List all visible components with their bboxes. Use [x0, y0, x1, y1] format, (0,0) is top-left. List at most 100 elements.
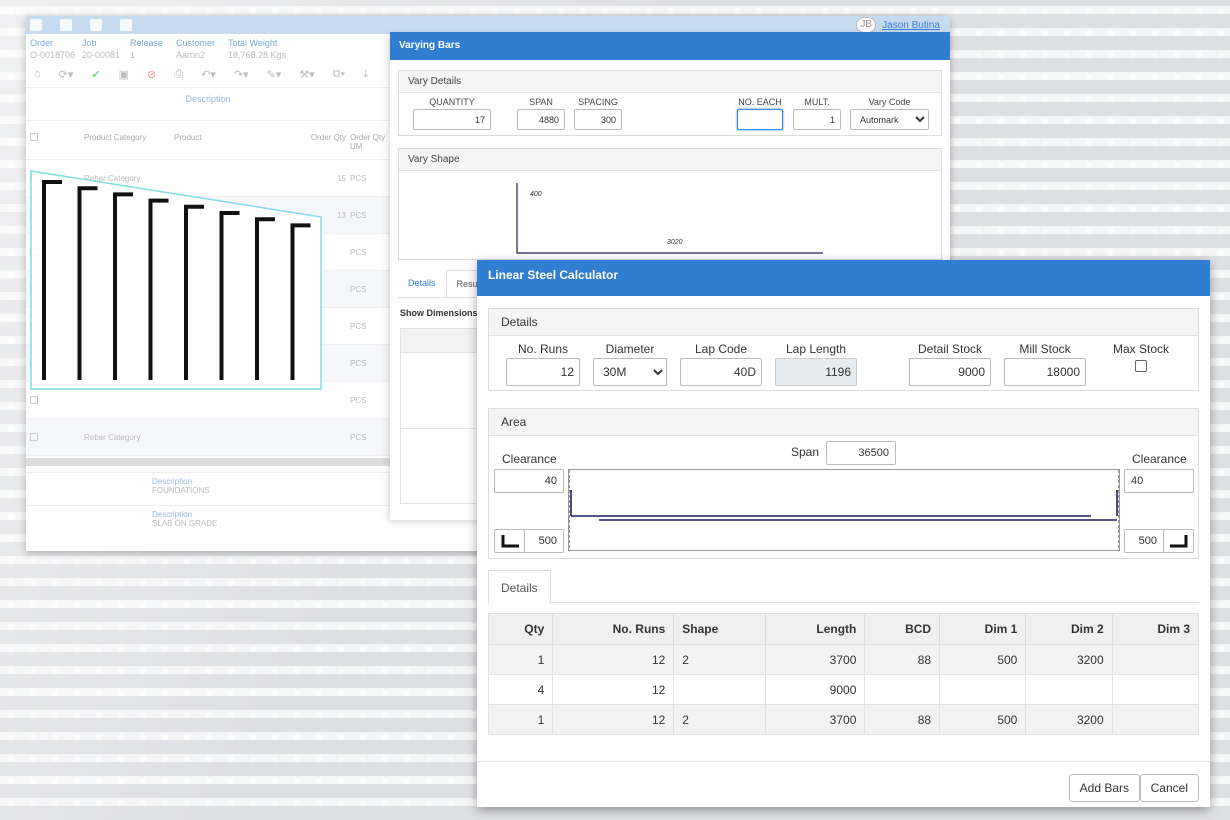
order-header: Order — [30, 38, 54, 48]
mult-label: MULT. — [804, 97, 830, 107]
edit-icon[interactable]: ✎▾ — [267, 68, 282, 81]
tab-details[interactable]: Details — [398, 270, 446, 297]
grid-icon[interactable] — [30, 19, 42, 31]
product-category-cell: Rebar Category — [84, 432, 141, 442]
no-each-field: NO. EACH — [737, 97, 783, 130]
lap-layout-svg — [568, 470, 1120, 550]
product-category-header[interactable]: Product Category — [84, 133, 174, 151]
lap-bars — [570, 490, 1118, 521]
job-header: Job — [82, 38, 97, 48]
tools-icon[interactable]: ⚒▾ — [299, 68, 314, 81]
dim2-header[interactable]: Dim 2 — [1025, 613, 1113, 645]
vary-code-select[interactable]: Automark — [850, 109, 929, 130]
product-header[interactable]: Product — [174, 133, 294, 151]
layers-icon[interactable]: ⧉▾ — [333, 68, 345, 81]
span-input[interactable] — [517, 109, 565, 130]
hook-right-icon — [1163, 530, 1193, 552]
add-bars-button[interactable]: Add Bars — [1068, 774, 1140, 802]
length-header[interactable]: Length — [765, 613, 866, 645]
bcd-header[interactable]: BCD — [864, 613, 941, 645]
home-icon[interactable]: ⌂ — [34, 68, 41, 81]
check-icon[interactable]: ✔ — [91, 68, 100, 81]
detail-stock-input[interactable] — [909, 358, 991, 386]
clearance-right-input[interactable] — [1124, 469, 1194, 493]
chart-icon[interactable] — [120, 19, 132, 31]
area-span-input[interactable] — [826, 441, 896, 465]
hook-right-input[interactable]: 500 — [1124, 529, 1194, 553]
no-each-input[interactable] — [737, 109, 783, 130]
cancel-icon[interactable]: ⊘ — [147, 68, 156, 81]
grid-scrollbar[interactable] — [26, 458, 390, 466]
detail-stock-label: Detail Stock — [917, 342, 983, 356]
lap-length-field: Lap Length — [775, 342, 857, 386]
detail-stock-field: Detail Stock — [909, 342, 991, 386]
varying-bars-title: Varying Bars — [390, 32, 950, 60]
length-cell: 9000 — [765, 674, 866, 705]
area-body: Span Clearance Clearance 500 500 — [489, 436, 1198, 558]
wrench-icon[interactable] — [60, 19, 72, 31]
table-row[interactable]: 1 12 2 3700 88 500 3200 — [487, 644, 1200, 675]
refresh-icon[interactable]: ⟳▾ — [59, 68, 74, 81]
download-icon[interactable]: ⤓ — [363, 68, 368, 81]
mult-input[interactable] — [793, 109, 841, 130]
table-row[interactable]: 4 12 9000 — [487, 674, 1200, 705]
dim2-cell: 3200 — [1025, 644, 1113, 675]
row-checkbox[interactable] — [30, 433, 38, 441]
mult-field: MULT. — [793, 97, 841, 130]
redo-icon[interactable]: ↷▾ — [234, 68, 249, 81]
avatar: JB — [856, 17, 877, 33]
print-icon[interactable]: ⎙ — [174, 68, 183, 81]
quantity-input[interactable] — [413, 109, 491, 130]
lap-code-input[interactable] — [680, 358, 762, 386]
dim1-header[interactable]: Dim 1 — [939, 613, 1027, 645]
clearance-left-input[interactable] — [494, 469, 564, 493]
bar-shape-preview — [30, 170, 322, 390]
calc-details-panel: Details No. Runs Diameter 30M Lap Code L… — [488, 308, 1199, 391]
row-checkbox[interactable] — [30, 396, 38, 404]
shape-header[interactable]: Shape — [673, 613, 767, 645]
clearance-left-label: Clearance — [502, 452, 557, 466]
dim1-cell — [939, 674, 1027, 705]
diameter-field: Diameter 30M — [593, 342, 667, 386]
slab-description: Description SLAB ON GRADE — [26, 505, 390, 528]
max-stock-field: Max Stock — [1108, 342, 1174, 372]
results-table: Qty No. Runs Shape Length BCD Dim 1 Dim … — [487, 613, 1200, 735]
tab-details[interactable]: Details — [488, 570, 551, 604]
undo-icon[interactable]: ↶▾ — [201, 68, 216, 81]
select-all-checkbox[interactable] — [30, 133, 38, 141]
preview-outline — [30, 170, 322, 390]
spacing-input[interactable] — [574, 109, 622, 130]
dim3-header[interactable]: Dim 3 — [1111, 613, 1200, 645]
order-qty-header[interactable]: Order Qty — [294, 133, 350, 151]
dim1-cell: 500 — [939, 644, 1027, 675]
qty-cell: 1 — [487, 644, 554, 675]
dim3-cell — [1111, 704, 1200, 735]
user-name[interactable]: Jason Butina — [882, 20, 940, 31]
linear-steel-calculator-dialog: Linear Steel Calculator Details No. Runs… — [477, 260, 1210, 807]
max-stock-checkbox[interactable] — [1135, 360, 1147, 372]
description-value: SLAB ON GRADE — [152, 519, 218, 528]
qty-header[interactable]: Qty — [487, 613, 554, 645]
calculator-title: Linear Steel Calculator — [477, 260, 1210, 296]
calc-details-body: No. Runs Diameter 30M Lap Code Lap Lengt… — [489, 336, 1198, 390]
diameter-select[interactable]: 30M — [593, 358, 667, 386]
save-icon[interactable]: ▣ — [119, 68, 129, 81]
no-runs-input[interactable] — [506, 358, 580, 386]
table-row[interactable]: 1 12 2 3700 88 500 3200 — [487, 704, 1200, 735]
release-value: 1 — [130, 50, 136, 60]
document-icon[interactable] — [90, 19, 102, 31]
span-label: SPAN — [529, 97, 553, 107]
mill-stock-field: Mill Stock — [1004, 342, 1086, 386]
mill-stock-input[interactable] — [1004, 358, 1086, 386]
mill-stock-label: Mill Stock — [1019, 342, 1071, 356]
dim2-cell: 3200 — [1025, 704, 1113, 735]
no-runs-header[interactable]: No. Runs — [552, 613, 675, 645]
user-menu[interactable]: JB Jason Butina — [856, 17, 940, 33]
span-label: Span — [791, 445, 820, 459]
hook-left-input[interactable]: 500 — [494, 529, 564, 553]
dim3-cell — [1111, 644, 1200, 675]
table-row[interactable]: Rebar Category PCS — [26, 419, 390, 456]
results-table-body: 1 12 2 3700 88 500 3200 4 12 9000 1 12 2 3700 88 500 320… — [487, 644, 1200, 735]
cancel-button[interactable]: Cancel — [1139, 774, 1199, 802]
area-drawing — [568, 469, 1120, 551]
